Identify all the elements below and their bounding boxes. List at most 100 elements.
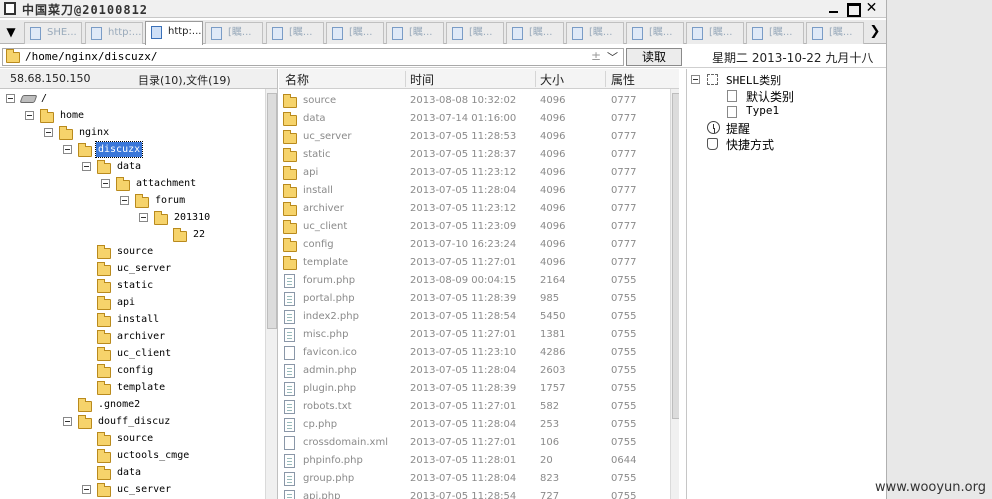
tab-12[interactable]: [瞩... [746, 22, 804, 44]
tab-13[interactable]: [瞩... [806, 22, 864, 44]
tree-node[interactable]: source [0, 244, 260, 261]
collapse-toggle-icon[interactable] [139, 213, 148, 222]
tab-9[interactable]: [瞩... [566, 22, 624, 44]
read-button[interactable]: 读取 [626, 48, 682, 66]
file-row[interactable]: uc_server 2013-07-05 11:28:53 4096 0777 [279, 128, 669, 146]
tree-scrollbar[interactable] [265, 89, 277, 499]
tree-node[interactable]: static [0, 278, 260, 295]
column-size[interactable]: 大小 [540, 71, 564, 87]
collapse-toggle-icon[interactable] [25, 111, 34, 120]
minimize-button[interactable] [826, 1, 841, 16]
file-row[interactable]: install 2013-07-05 11:28:04 4096 0777 [279, 182, 669, 200]
tree-node[interactable]: uctools_cmge [0, 448, 260, 465]
tab-11[interactable]: [瞩... [686, 22, 744, 44]
close-button[interactable]: ✕ [864, 1, 879, 16]
shell-tree-node[interactable]: 提醒 [687, 120, 883, 136]
file-row[interactable]: archiver 2013-07-05 11:23:12 4096 0777 [279, 200, 669, 218]
file-list-scrollbar[interactable] [670, 89, 679, 499]
file-row[interactable]: admin.php 2013-07-05 11:28:04 2603 0755 [279, 362, 669, 380]
collapse-toggle-icon[interactable] [82, 162, 91, 171]
file-row[interactable]: robots.txt 2013-07-05 11:27:01 582 0755 [279, 398, 669, 416]
tree-node[interactable]: uc_server [0, 261, 260, 278]
tab-0[interactable]: SHE... [24, 22, 82, 44]
column-permission[interactable]: 属性 [611, 71, 635, 87]
tree-node[interactable]: uc_client [0, 346, 260, 363]
tab-8[interactable]: [瞩... [506, 22, 564, 44]
collapse-toggle-icon[interactable] [6, 94, 15, 103]
file-row[interactable]: group.php 2013-07-05 11:28:04 823 0755 [279, 470, 669, 488]
file-row[interactable]: misc.php 2013-07-05 11:27:01 1381 0755 [279, 326, 669, 344]
file-row[interactable]: plugin.php 2013-07-05 11:28:39 1757 0755 [279, 380, 669, 398]
tab-1[interactable]: http:... [85, 22, 143, 44]
file-row[interactable]: template 2013-07-05 11:27:01 4096 0777 [279, 254, 669, 272]
column-name[interactable]: 名称 [285, 71, 309, 87]
tree-node[interactable]: 201310 [0, 210, 260, 227]
tree-node[interactable]: forum [0, 193, 260, 210]
tree-node[interactable]: config [0, 363, 260, 380]
tab-scroll-right-icon[interactable]: ❯ [866, 22, 884, 44]
column-time[interactable]: 时间 [410, 71, 434, 87]
tree-node[interactable]: data [0, 465, 260, 482]
tree-node[interactable]: data [0, 159, 260, 176]
tab-list-dropdown-icon[interactable]: ▼ [0, 22, 22, 44]
collapse-toggle-icon[interactable] [82, 485, 91, 494]
maximize-button[interactable] [845, 1, 861, 17]
collapse-toggle-icon[interactable] [44, 128, 53, 137]
file-row[interactable]: cp.php 2013-07-05 11:28:04 253 0755 [279, 416, 669, 434]
tree-node[interactable]: api [0, 295, 260, 312]
tree-node[interactable]: home [0, 108, 260, 125]
file-icon [284, 382, 295, 396]
file-row[interactable]: phpinfo.php 2013-07-05 11:28:01 20 0644 [279, 452, 669, 470]
path-dropdown-icon[interactable]: ﹀ [607, 49, 618, 65]
tree-node[interactable]: template [0, 380, 260, 397]
tree-node[interactable]: archiver [0, 329, 260, 346]
file-row[interactable]: favicon.ico 2013-07-05 11:23:10 4286 0755 [279, 344, 669, 362]
file-name: admin.php [303, 365, 357, 376]
file-row[interactable]: api 2013-07-05 11:23:12 4096 0777 [279, 164, 669, 182]
tab-label: [瞩... [649, 27, 673, 38]
file-row[interactable]: data 2013-07-14 01:16:00 4096 0777 [279, 110, 669, 128]
tree-node[interactable]: nginx [0, 125, 260, 142]
tab-10[interactable]: [瞩... [626, 22, 684, 44]
file-row[interactable]: portal.php 2013-07-05 11:28:39 985 0755 [279, 290, 669, 308]
shell-tree-node[interactable]: 默认类别 [687, 88, 883, 104]
file-row[interactable]: uc_client 2013-07-05 11:23:09 4096 0777 [279, 218, 669, 236]
tab-5[interactable]: [瞩... [326, 22, 384, 44]
shell-tree-node[interactable]: Type1 [687, 104, 883, 120]
tab-label: [瞩... [529, 27, 553, 38]
collapse-toggle-icon[interactable] [691, 75, 700, 84]
file-perm: 0755 [611, 437, 637, 448]
collapse-toggle-icon[interactable] [120, 196, 129, 205]
tree-node[interactable]: douff_discuz [0, 414, 260, 431]
tree-scrollbar-thumb[interactable] [267, 93, 277, 329]
collapse-toggle-icon[interactable] [101, 179, 110, 188]
shell-tree-node[interactable]: SHELL类别 [687, 72, 883, 88]
file-row[interactable]: crossdomain.xml 2013-07-05 11:27:01 106 075… [279, 434, 669, 452]
tree-node[interactable]: / [0, 91, 260, 108]
tree-node[interactable]: 22 [0, 227, 260, 244]
tab-7[interactable]: [瞩... [446, 22, 504, 44]
tab-3[interactable]: [瞩... [205, 22, 263, 44]
collapse-toggle-icon[interactable] [63, 417, 72, 426]
file-row[interactable]: forum.php 2013-08-09 00:04:15 2164 0755 [279, 272, 669, 290]
file-row[interactable]: static 2013-07-05 11:28:37 4096 0777 [279, 146, 669, 164]
tab-6[interactable]: [瞩... [386, 22, 444, 44]
file-row[interactable]: api.php 2013-07-05 11:28:54 727 0755 [279, 488, 669, 499]
file-list-scrollbar-thumb[interactable] [672, 93, 679, 419]
shell-tree-node[interactable]: 快捷方式 [687, 136, 883, 152]
file-row[interactable]: source 2013-08-08 10:32:02 4096 0777 [279, 92, 669, 110]
tab-4[interactable]: [瞩... [266, 22, 324, 44]
path-input[interactable]: /home/nginx/discuzx/ [2, 48, 624, 66]
path-spinner-icon[interactable]: ± [591, 49, 601, 63]
tree-node[interactable]: .gnome2 [0, 397, 260, 414]
page-icon [812, 27, 823, 40]
tree-node[interactable]: source [0, 431, 260, 448]
file-row[interactable]: index2.php 2013-07-05 11:28:54 5450 0755 [279, 308, 669, 326]
tree-node[interactable]: install [0, 312, 260, 329]
file-row[interactable]: config 2013-07-10 16:23:24 4096 0777 [279, 236, 669, 254]
collapse-toggle-icon[interactable] [63, 145, 72, 154]
tree-node[interactable]: attachment [0, 176, 260, 193]
tree-node[interactable]: uc_server [0, 482, 260, 499]
tree-node[interactable]: discuzx [0, 141, 260, 159]
tab-2[interactable]: http:... [145, 21, 203, 45]
